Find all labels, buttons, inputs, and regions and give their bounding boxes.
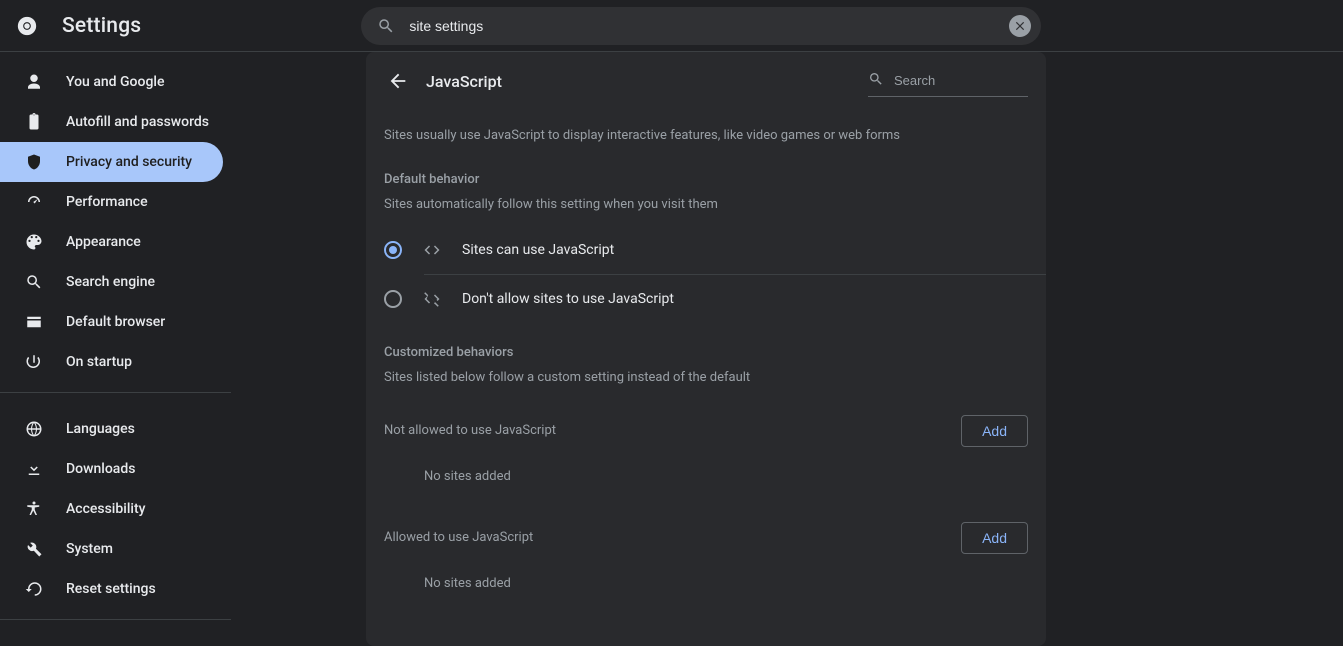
download-icon [24,459,44,479]
sidebar-item-downloads[interactable]: Downloads [0,449,223,489]
sidebar-item-languages[interactable]: Languages [0,409,223,449]
content-area: JavaScript Sites usually use JavaScript … [232,52,1343,646]
settings-panel: JavaScript Sites usually use JavaScript … [366,52,1046,646]
sidebar-item-performance[interactable]: Performance [0,182,223,222]
chrome-logo-icon [16,15,38,37]
default-behavior-heading: Default behavior [366,172,1046,197]
browser-icon [24,312,44,332]
sidebar-item-you-and-google[interactable]: You and Google [0,62,223,102]
back-button[interactable] [384,67,412,95]
sidebar-item-on-startup[interactable]: On startup [0,342,223,382]
speed-icon [24,192,44,212]
code-icon [422,240,442,260]
default-behavior-option[interactable]: Don't allow sites to use JavaScript [366,275,1046,323]
sidebar-item-label: Accessibility [66,501,145,517]
power-icon [24,352,44,372]
allowed-header: Allowed to use JavaScript Add [366,506,1046,562]
default-behavior-subtitle: Sites automatically follow this setting … [366,197,1046,226]
sidebar-item-default-browser[interactable]: Default browser [0,302,223,342]
page-title: JavaScript [426,72,502,91]
site-search-input[interactable] [894,73,1014,88]
sidebar-item-label: Languages [66,421,135,437]
custom-behaviors-heading: Customized behaviors [366,345,1046,370]
settings-search-bar[interactable] [361,7,1041,45]
custom-behaviors-subtitle: Sites listed below follow a custom setti… [366,370,1046,399]
sidebar-item-search-engine[interactable]: Search engine [0,262,223,302]
sidebar-item-privacy-and-security[interactable]: Privacy and security [0,142,223,182]
not-allowed-label: Not allowed to use JavaScript [384,423,556,438]
page-description: Sites usually use JavaScript to display … [366,110,1046,172]
sidebar-item-label: Reset settings [66,581,156,597]
sidebar-item-label: Default browser [66,314,165,330]
palette-icon [24,232,44,252]
settings-sidebar: You and Google Autofill and passwords Priv… [0,52,232,646]
search-icon [868,71,884,91]
page-subheader: JavaScript [366,52,1046,110]
clipboard-icon [24,112,44,132]
sidebar-item-label: System [66,541,113,557]
radio-label: Sites can use JavaScript [462,242,614,258]
sidebar-item-autofill-and-passwords[interactable]: Autofill and passwords [0,102,223,142]
allowed-empty: No sites added [366,562,1046,613]
sidebar-item-label: Privacy and security [66,154,192,170]
person-icon [24,72,44,92]
sidebar-item-label: Performance [66,194,148,210]
search-icon [377,17,395,35]
sidebar-item-accessibility[interactable]: Accessibility [0,489,223,529]
restore-icon [24,579,44,599]
sidebar-item-extensions[interactable]: Extensions [0,636,223,646]
wrench-icon [24,539,44,559]
not-allowed-header: Not allowed to use JavaScript Add [366,399,1046,455]
code-off-icon [422,289,442,309]
sidebar-item-label: Search engine [66,274,155,290]
sidebar-scroll[interactable]: You and Google Autofill and passwords Priv… [0,52,231,646]
sidebar-item-label: On startup [66,354,132,370]
site-search-field[interactable] [868,65,1028,97]
settings-search-input[interactable] [409,18,1009,34]
allowed-label: Allowed to use JavaScript [384,530,533,545]
not-allowed-empty: No sites added [366,455,1046,506]
radio-button[interactable] [384,241,402,259]
sidebar-divider [0,392,231,393]
sidebar-item-reset-settings[interactable]: Reset settings [0,569,223,609]
add-allowed-button[interactable]: Add [961,522,1028,554]
shield-icon [24,152,44,172]
clear-search-button[interactable] [1009,15,1031,37]
top-app-bar: Settings [0,0,1343,52]
sidebar-item-appearance[interactable]: Appearance [0,222,223,262]
sidebar-item-label: Autofill and passwords [66,114,209,130]
search-icon [24,272,44,292]
radio-button[interactable] [384,290,402,308]
sidebar-item-label: Downloads [66,461,135,477]
globe-icon [24,419,44,439]
add-not-allowed-button[interactable]: Add [961,415,1028,447]
radio-label: Don't allow sites to use JavaScript [462,291,674,307]
sidebar-item-label: Appearance [66,234,141,250]
a11y-icon [24,499,44,519]
default-behavior-option[interactable]: Sites can use JavaScript [366,226,1046,274]
sidebar-item-label: You and Google [66,74,164,90]
app-title: Settings [62,14,141,38]
sidebar-item-system[interactable]: System [0,529,223,569]
sidebar-divider [0,619,231,620]
